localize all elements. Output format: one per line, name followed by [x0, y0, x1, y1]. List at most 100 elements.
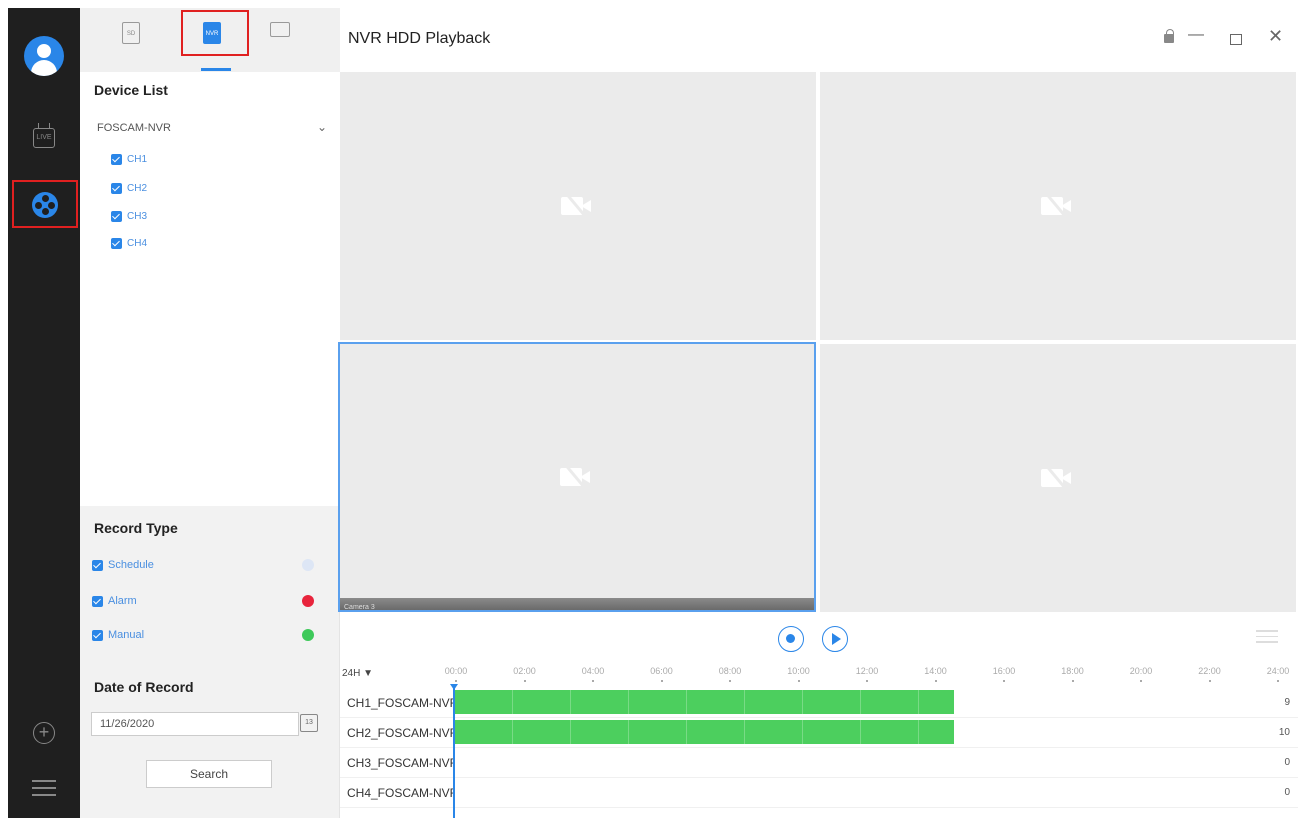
checkbox-checked-icon[interactable]: [92, 559, 103, 571]
chevron-down-icon[interactable]: ⌄: [317, 120, 327, 134]
device-list-title: Device List: [94, 82, 168, 98]
record-count: 9: [1284, 697, 1290, 708]
record-type-schedule[interactable]: Schedule: [92, 559, 332, 571]
timeline-tick-label: 18:00: [1061, 666, 1084, 676]
video-cell-2[interactable]: [820, 72, 1296, 340]
timeline-tick-label: 04:00: [581, 666, 605, 676]
timeline-row[interactable]: CH1_FOSCAM-NVR 9: [340, 688, 1298, 718]
timeline-tick-mark: [660, 680, 663, 682]
video-cell-4[interactable]: [820, 344, 1296, 612]
minimize-icon[interactable]: —: [1188, 26, 1204, 44]
calendar-icon[interactable]: 13: [300, 714, 318, 732]
no-video-icon: [1041, 191, 1075, 222]
record-type-alarm[interactable]: Alarm: [92, 595, 332, 607]
active-tab-indicator: [201, 68, 231, 71]
list-view-icon[interactable]: [1256, 630, 1278, 646]
timeline-tick-label: 22:00: [1198, 666, 1221, 676]
playback-icon: [32, 192, 58, 218]
channel-name: CH2_FOSCAM-NVR: [347, 726, 455, 740]
playback-main: NVR HDD Playback — ✕ Camera 3 24H ▼ 00:0…: [338, 8, 1298, 818]
timeline-header: 24H ▼ 00:00 02:00 04:00 06:00 08:00 10:00 12:0…: [340, 662, 1298, 688]
checkbox-checked-icon[interactable]: [92, 629, 103, 641]
video-cell-1[interactable]: [340, 72, 816, 340]
video-cell-3-selected[interactable]: Camera 3: [338, 342, 816, 612]
channel-item[interactable]: CH4: [111, 238, 147, 249]
stop-button[interactable]: [778, 626, 804, 652]
search-button[interactable]: Search: [146, 760, 272, 788]
no-video-icon: [561, 191, 595, 222]
channel-label: CH4: [127, 238, 148, 249]
timeline-tick-label: 20:00: [1129, 666, 1153, 676]
checkbox-checked-icon[interactable]: [111, 238, 122, 249]
nav-rail: LIVE +: [8, 8, 80, 818]
schedule-color-dot: [302, 559, 314, 571]
timeline-tick-mark: [455, 680, 457, 682]
timeline-tick-label: 06:00: [650, 666, 673, 676]
channel-item[interactable]: CH3: [111, 211, 147, 222]
record-count: 0: [1284, 757, 1290, 768]
nvr-icon: NVR: [203, 22, 221, 44]
sd-card-icon: SD: [122, 22, 140, 44]
alarm-color-dot: [302, 595, 314, 607]
timeline-tick-mark: [1071, 680, 1074, 682]
date-field[interactable]: 11/26/2020: [91, 712, 299, 736]
record-type-label: Manual: [108, 629, 145, 641]
timeline-tick-label: 08:00: [718, 666, 742, 676]
camera-info-bar: Camera 3: [340, 598, 814, 611]
lock-icon[interactable]: [1164, 29, 1174, 43]
live-view-icon[interactable]: LIVE: [33, 128, 55, 148]
timeline-tick-mark: [523, 680, 526, 682]
timeline-cursor[interactable]: [450, 684, 458, 818]
timeline-row[interactable]: CH4_FOSCAM-NVR 0: [340, 778, 1298, 808]
checkbox-checked-icon[interactable]: [111, 183, 122, 194]
timeline-tick-label: 16:00: [992, 666, 1016, 676]
timeline-tick-mark: [934, 680, 937, 682]
checkbox-checked-icon[interactable]: [111, 154, 122, 165]
record-type-title: Record Type: [94, 520, 178, 536]
timeline-row[interactable]: CH2_FOSCAM-NVR 10: [340, 718, 1298, 748]
timeline-tick-mark: [797, 680, 800, 682]
device-name: FOSCAM-NVR: [97, 122, 171, 134]
device-row[interactable]: FOSCAM-NVR ⌄: [97, 120, 327, 134]
window-title: NVR HDD Playback: [348, 30, 491, 47]
record-type-manual[interactable]: Manual: [92, 629, 332, 641]
user-avatar-icon[interactable]: [24, 36, 64, 76]
channel-label: CH2: [127, 183, 148, 194]
checkbox-checked-icon[interactable]: [111, 211, 122, 222]
timeline-tick-mark: [1277, 680, 1279, 682]
timeline-row[interactable]: CH3_FOSCAM-NVR 0: [340, 748, 1298, 778]
no-video-icon: [1041, 463, 1075, 494]
timeline-tick-mark: [592, 680, 594, 682]
record-count: 0: [1284, 787, 1290, 798]
timeline-tick-label: 10:00: [787, 666, 810, 676]
range-select[interactable]: 24H ▼: [342, 668, 373, 679]
maximize-icon[interactable]: [1230, 34, 1242, 45]
record-count: 10: [1278, 727, 1290, 738]
close-icon[interactable]: ✕: [1268, 26, 1283, 47]
live-label: LIVE: [36, 134, 52, 141]
manual-color-dot: [302, 629, 314, 641]
timeline-tick-mark: [1208, 680, 1211, 682]
checkbox-checked-icon[interactable]: [92, 595, 103, 607]
timeline-tick-label: 14:00: [924, 666, 947, 676]
add-icon[interactable]: +: [33, 722, 55, 744]
sd-card-tab[interactable]: SD: [122, 22, 144, 48]
timeline-tick-label: 24:00: [1266, 666, 1290, 676]
recording-bar[interactable]: [455, 690, 955, 714]
timeline-tick-label: 00:00: [444, 666, 468, 676]
channel-item[interactable]: CH2: [111, 183, 147, 194]
channel-label: CH1: [127, 154, 148, 165]
device-list-area: [80, 72, 340, 506]
nvr-tab[interactable]: NVR: [203, 22, 225, 48]
menu-icon[interactable]: [32, 780, 56, 798]
play-button[interactable]: [822, 626, 848, 652]
timeline-tick-mark: [729, 680, 731, 682]
channel-item[interactable]: CH1: [111, 154, 147, 165]
pc-tab[interactable]: [270, 22, 292, 48]
timeline-tick-label: 02:00: [513, 666, 536, 676]
timeline-tick-label: 12:00: [855, 666, 879, 676]
recording-bar[interactable]: [455, 720, 955, 744]
playback-nav-button[interactable]: [12, 180, 78, 228]
date-of-record-title: Date of Record: [94, 679, 194, 695]
channel-label: CH3: [127, 211, 148, 222]
